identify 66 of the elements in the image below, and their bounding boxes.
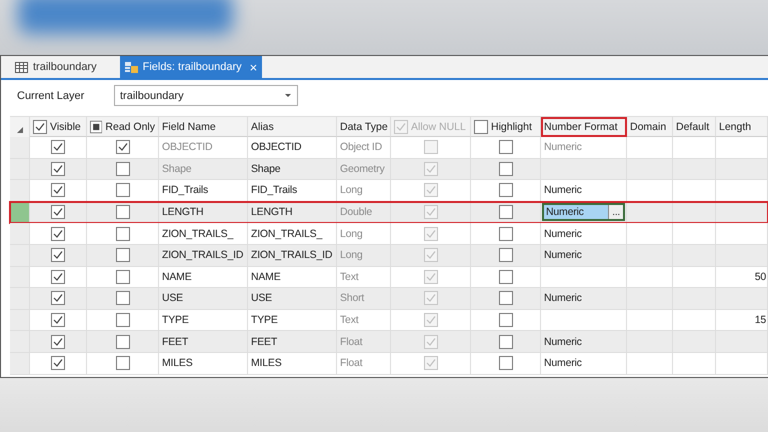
checkbox[interactable] <box>51 313 65 328</box>
checkbox[interactable] <box>116 334 130 349</box>
row-header[interactable] <box>10 202 30 224</box>
caret-icon <box>285 94 291 97</box>
checkbox[interactable] <box>424 270 438 284</box>
checkbox[interactable] <box>474 120 488 134</box>
checkbox[interactable] <box>498 205 512 220</box>
select-all-icon[interactable] <box>16 127 22 133</box>
checkbox[interactable] <box>116 248 130 262</box>
checkbox[interactable] <box>424 356 438 370</box>
column-header[interactable]: Number Format <box>541 117 627 137</box>
table-icon <box>15 62 28 72</box>
checkbox[interactable] <box>116 183 130 198</box>
checkbox[interactable] <box>116 226 130 241</box>
checkbox[interactable] <box>424 313 438 328</box>
checkbox[interactable] <box>424 291 438 306</box>
checkbox[interactable] <box>51 248 65 262</box>
checkbox[interactable] <box>51 270 65 284</box>
tab[interactable]: Fields: trailboundary × <box>120 56 262 78</box>
current-layer-label: Current Layer <box>17 90 86 102</box>
checkbox[interactable] <box>498 226 512 241</box>
checkbox[interactable] <box>51 334 65 349</box>
row-header[interactable] <box>10 180 30 202</box>
table-row[interactable]: MILES MILES Float Numeric <box>10 352 768 375</box>
table-row[interactable]: FEET FEET Float Numeric <box>10 331 768 353</box>
checkbox[interactable] <box>51 205 65 220</box>
checkbox[interactable] <box>498 334 512 349</box>
table-row[interactable]: TYPE TYPE Text 15 <box>10 310 768 332</box>
checkbox[interactable] <box>424 183 438 198</box>
checkbox[interactable] <box>424 334 438 349</box>
checkbox[interactable] <box>498 313 512 328</box>
checkbox[interactable] <box>424 248 438 262</box>
table-cell: MILES <box>159 352 248 375</box>
checkbox[interactable] <box>33 120 47 134</box>
checkbox[interactable] <box>498 248 512 262</box>
checkbox[interactable] <box>498 356 512 370</box>
checkbox[interactable] <box>51 291 65 306</box>
table-row[interactable]: ZION_TRAILS_ID ZION_TRAILS_ID Long Numeric <box>10 244 768 267</box>
table-cell: MILES <box>248 352 337 375</box>
checkbox[interactable] <box>116 270 130 284</box>
fields-table-icon <box>124 62 138 72</box>
checkbox[interactable] <box>51 356 65 370</box>
tab[interactable]: trailboundary <box>10 56 102 78</box>
checkbox[interactable] <box>51 226 65 241</box>
close-icon[interactable]: × <box>250 60 258 74</box>
checkbox[interactable] <box>116 356 130 370</box>
checkbox[interactable] <box>498 183 512 198</box>
checkbox[interactable] <box>116 313 130 328</box>
table-row[interactable]: LENGTH LENGTH Double Numeric ... <box>10 202 768 224</box>
checkbox[interactable] <box>51 183 65 198</box>
checkbox[interactable] <box>90 120 102 134</box>
table-row[interactable]: NAME NAME Text 50 <box>10 266 768 288</box>
table-cell: Numeric <box>541 352 627 375</box>
table-row[interactable]: FID_Trails FID_Trails Long Numeric <box>10 180 768 202</box>
checkbox[interactable] <box>498 291 512 306</box>
table-cell: Float <box>337 352 391 375</box>
checkbox[interactable] <box>116 205 130 220</box>
checkbox[interactable] <box>424 205 438 220</box>
checkbox[interactable] <box>424 226 438 241</box>
ellipsis-button[interactable]: ... <box>608 204 623 220</box>
table-row[interactable]: USE USE Short Numeric <box>10 288 768 310</box>
table-row[interactable]: ZION_TRAILS_ ZION_TRAILS_ Long Numeric <box>10 223 768 245</box>
layer-dropdown[interactable]: trailboundary <box>114 85 298 106</box>
checkbox[interactable] <box>498 270 512 284</box>
number-format-field[interactable]: Numeric ... <box>542 202 625 222</box>
checkbox[interactable] <box>116 291 130 306</box>
